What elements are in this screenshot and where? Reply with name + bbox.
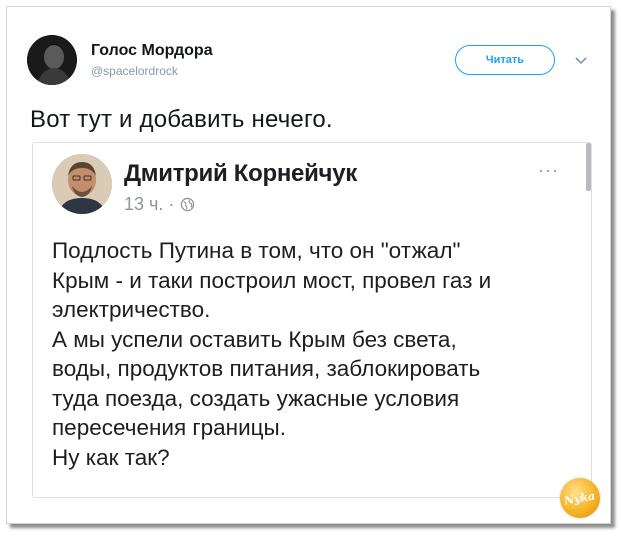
post-body: Подлость Путина в том, что он "отжал" Кр… [52,236,582,472]
post-author-avatar[interactable] [52,154,112,214]
post-body-line: электричество. [52,297,211,322]
post-time[interactable]: 13 ч. · [124,194,174,215]
post-body-line: пересечения границы. [52,415,286,440]
post-body-line: воды, продуктов питания, заблокировать [52,356,481,381]
follow-button[interactable]: Читать [455,45,555,75]
post-meta: 13 ч. · [124,194,195,215]
author-name[interactable]: Голос Мордора [91,42,213,60]
post-body-line: А мы успели оставить Крым без света, [52,326,457,352]
watermark-text: Nyka [563,488,597,508]
tweet-text: Вот тут и добавить нечего. [30,106,333,133]
more-options-icon[interactable]: ··· [538,160,559,181]
site-watermark-logo: Nyka [560,478,600,518]
post-body-line: Подлость Путина в том, что он "отжал" [52,238,461,263]
chevron-down-icon[interactable] [574,56,588,66]
author-handle[interactable]: @spacelordrock [91,64,178,78]
globe-icon [181,197,195,212]
post-author-name[interactable]: Дмитрий Корнейчук [124,160,357,188]
post-body-line: Крым - и таки построил мост, провел газ … [52,267,492,293]
post-body-line: туда поезда, создать ужасные условия [52,385,460,411]
embedded-post-scrollbar[interactable] [586,143,591,191]
post-body-line: Ну как так? [52,444,170,470]
author-avatar[interactable] [27,35,77,85]
